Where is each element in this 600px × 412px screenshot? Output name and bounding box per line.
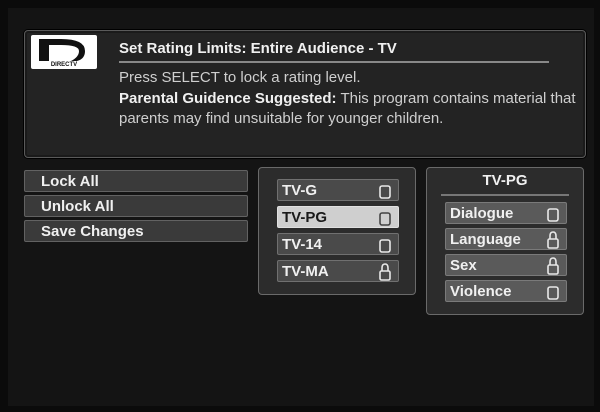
rating-tv-ma[interactable]: TV-MA [277, 260, 399, 282]
content-label: Violence [450, 283, 512, 300]
rating-tv-pg[interactable]: TV-PG [277, 206, 399, 228]
lock-icon [546, 231, 560, 249]
instruction-text: Press SELECT to lock a rating level. [119, 69, 361, 86]
ratings-panel: TV-G TV-PG TV-14 TV-MA [258, 167, 416, 295]
unlocked-icon [378, 182, 392, 200]
content-label: Dialogue [450, 205, 514, 222]
directv-logo: DIRECTV [31, 35, 97, 69]
unlocked-icon [546, 205, 560, 223]
content-language[interactable]: Language [445, 228, 567, 250]
unlock-all-button[interactable]: Unlock All [24, 195, 248, 217]
content-descriptors-panel: TV-PG Dialogue Language Sex Violence [426, 167, 584, 315]
unlocked-icon [378, 236, 392, 254]
unlocked-icon [378, 209, 392, 227]
rating-tv-14[interactable]: TV-14 [277, 233, 399, 255]
action-menu: Lock All Unlock All Save Changes [24, 170, 248, 245]
content-sex[interactable]: Sex [445, 254, 567, 276]
rating-label: TV-PG [282, 209, 328, 226]
rating-label: TV-14 [282, 236, 323, 253]
unlocked-icon [546, 283, 560, 301]
content-violence[interactable]: Violence [445, 280, 567, 302]
guidance-label: Parental Guidence Suggested: [119, 90, 337, 107]
logo-text: DIRECTV [51, 62, 77, 68]
guidance-description: Parental Guidence Suggested: This progra… [119, 89, 579, 129]
lock-all-button[interactable]: Lock All [24, 170, 248, 192]
rating-label: TV-MA [282, 263, 329, 280]
save-changes-button[interactable]: Save Changes [24, 220, 248, 242]
lock-icon [546, 257, 560, 275]
content-label: Language [450, 231, 521, 248]
title-divider [119, 61, 549, 63]
rating-tv-g[interactable]: TV-G [277, 179, 399, 201]
header-panel: DIRECTV Set Rating Limits: Entire Audien… [24, 30, 586, 158]
content-dialogue[interactable]: Dialogue [445, 202, 567, 224]
content-divider [441, 194, 569, 196]
page-title: Set Rating Limits: Entire Audience - TV [119, 40, 397, 57]
rating-label: TV-G [282, 182, 318, 199]
content-panel-title: TV-PG [482, 172, 528, 189]
lock-icon [378, 263, 392, 281]
content-label: Sex [450, 257, 477, 274]
